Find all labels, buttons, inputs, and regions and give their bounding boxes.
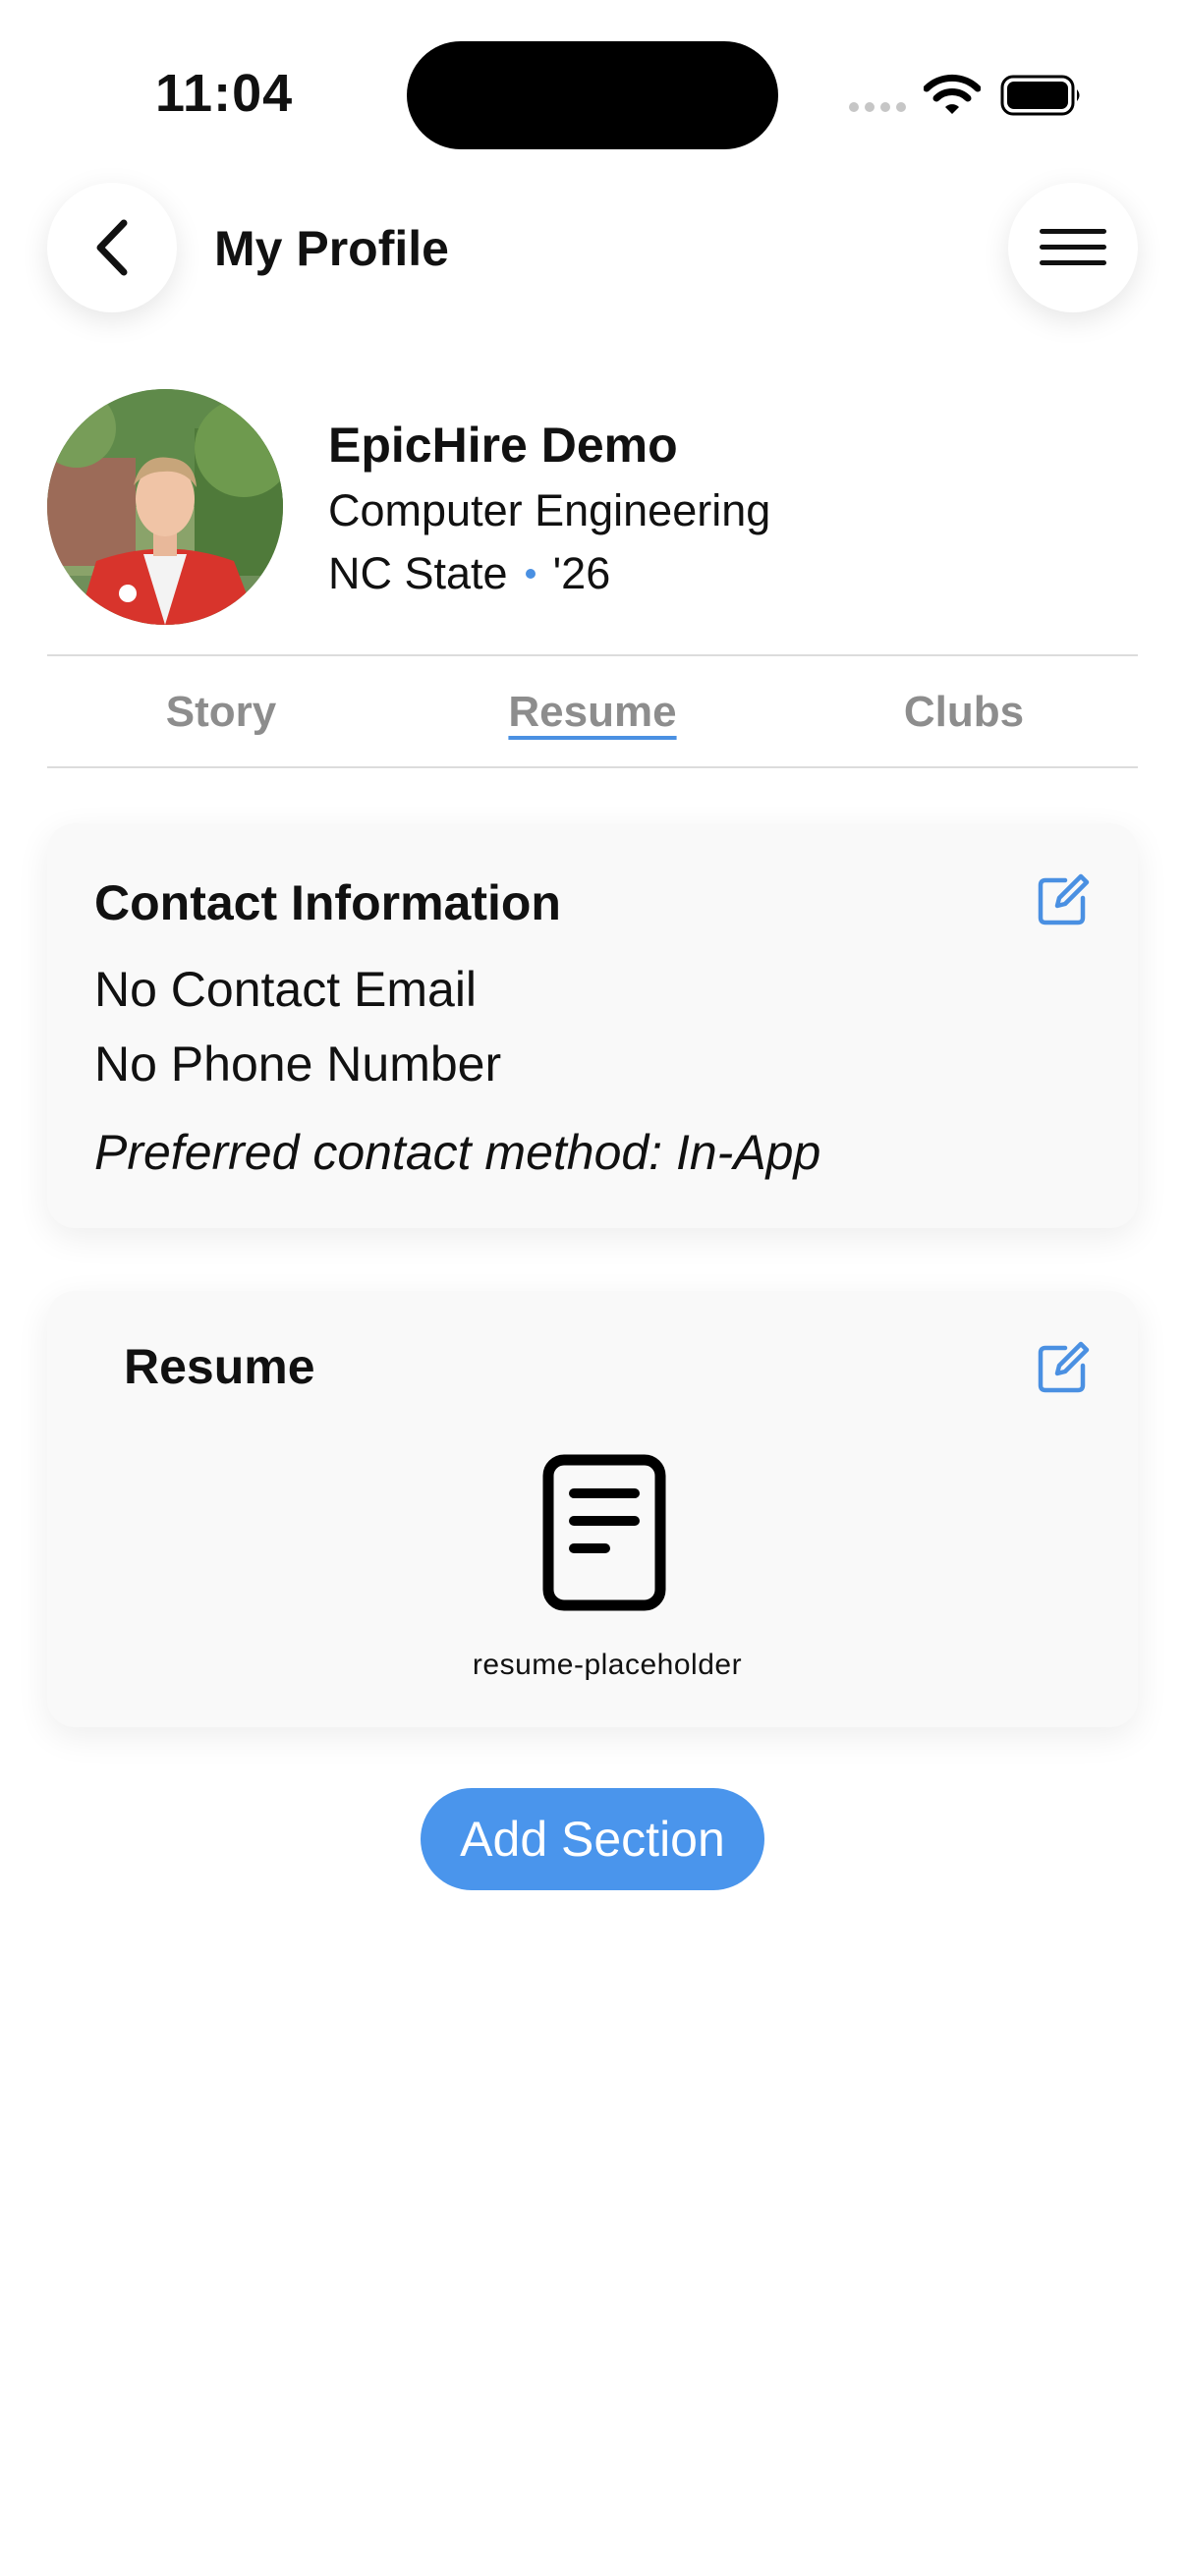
edit-icon[interactable] <box>1036 872 1091 927</box>
preferred-contact-method: Preferred contact method: In-App <box>94 1125 821 1180</box>
tab-resume[interactable]: Resume <box>508 688 676 737</box>
contact-information-card: Contact Information No Contact Email No … <box>47 823 1138 1228</box>
back-button[interactable] <box>47 183 177 312</box>
profile-name: EpicHire Demo <box>328 418 678 473</box>
add-section-button[interactable]: Add Section <box>421 1788 764 1890</box>
resume-card: Resume resume-placeholder <box>47 1291 1138 1727</box>
status-time: 11:04 <box>155 64 294 123</box>
page-title: My Profile <box>214 221 449 276</box>
edit-icon[interactable] <box>1036 1340 1091 1395</box>
dynamic-island <box>407 41 778 149</box>
profile-major: Computer Engineering <box>328 485 771 535</box>
battery-icon <box>1000 75 1080 116</box>
chevron-left-icon <box>96 219 128 276</box>
resume-file-label[interactable]: resume-placeholder <box>47 1649 1167 1682</box>
contact-card-title: Contact Information <box>94 875 561 930</box>
document-icon[interactable] <box>542 1454 666 1611</box>
tab-clubs[interactable]: Clubs <box>904 688 1024 737</box>
separator-dot <box>525 569 536 579</box>
cellular-signal-icon <box>849 102 906 112</box>
profile-school-year: NC State '26 <box>328 548 610 599</box>
profile-school: NC State <box>328 548 508 598</box>
menu-button[interactable] <box>1008 183 1138 312</box>
hamburger-menu-icon <box>1040 229 1106 265</box>
avatar[interactable] <box>47 389 283 625</box>
tab-story[interactable]: Story <box>166 688 276 737</box>
wifi-icon <box>924 74 981 114</box>
contact-email: No Contact Email <box>94 962 478 1017</box>
divider <box>47 766 1138 768</box>
resume-card-title: Resume <box>124 1339 315 1394</box>
profile-grad-year: '26 <box>552 548 611 598</box>
divider <box>47 654 1138 656</box>
contact-phone: No Phone Number <box>94 1036 502 1092</box>
